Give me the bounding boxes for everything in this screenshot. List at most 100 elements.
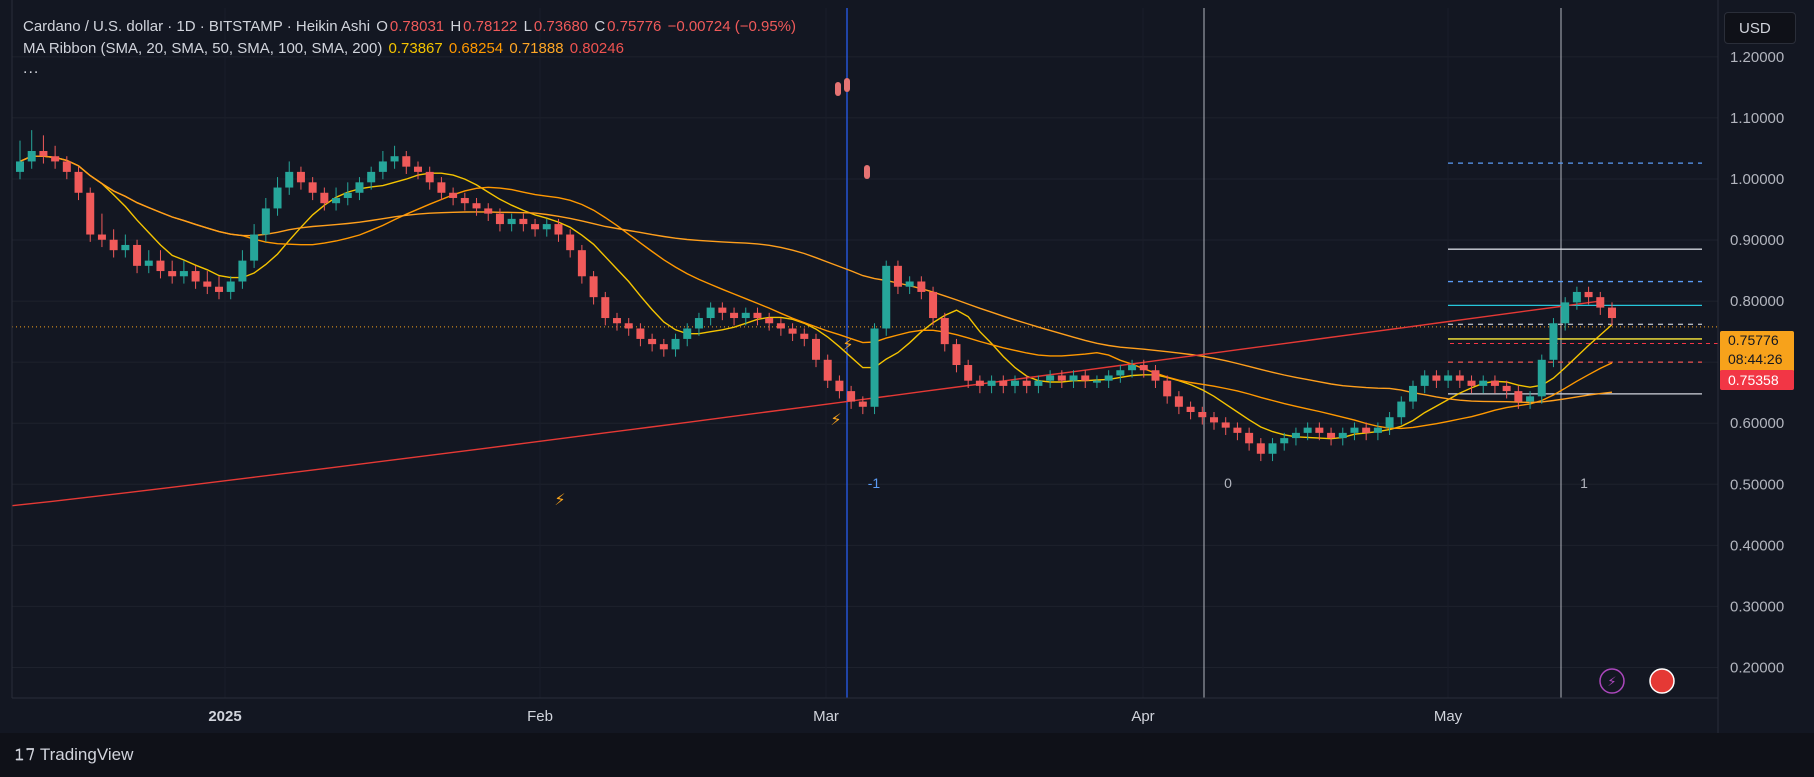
candle-body	[1034, 380, 1043, 386]
candle-body	[1022, 380, 1031, 386]
candle-body	[929, 291, 938, 319]
candle-body	[1502, 385, 1511, 392]
candle-body	[191, 271, 200, 282]
candle-body	[402, 156, 411, 167]
y-tick-label: 0.20000	[1730, 659, 1784, 676]
footer-bar	[0, 733, 1814, 777]
candle-body	[367, 171, 376, 183]
candle-body	[1596, 297, 1605, 308]
ma-200-line	[11, 300, 1601, 507]
candle-body	[1046, 375, 1055, 381]
candle-body	[62, 161, 71, 172]
candle-body	[870, 328, 879, 407]
candle-body	[1338, 432, 1347, 439]
candle-body	[74, 171, 83, 193]
candle-body	[414, 166, 422, 172]
legend-open: 0.78031	[389, 18, 445, 35]
legend-open-label: O	[376, 18, 388, 35]
chart-canvas[interactable]: -1 0 1 ⚡ ⚡ ⚡ ⚡ 1.20000 1.10000 1.00000 0.90000 0.…	[0, 0, 1814, 777]
candle-body	[51, 156, 60, 162]
candle-body	[1455, 375, 1464, 381]
candle-body	[1362, 427, 1371, 433]
candle-body	[226, 281, 235, 292]
x-tick-label: Apr	[1131, 708, 1154, 725]
candle-body	[320, 192, 329, 204]
traffic-event-icon	[835, 82, 841, 96]
candle-body	[1011, 380, 1019, 386]
candle-body	[671, 338, 680, 350]
candle-body	[308, 182, 317, 193]
y-tick-label: 1.20000	[1730, 49, 1784, 66]
candle-body	[601, 297, 610, 319]
candle-body	[542, 224, 551, 230]
candle-body	[86, 192, 95, 235]
candle-body	[1444, 375, 1453, 381]
candle-body	[800, 333, 809, 339]
candle-body	[296, 171, 305, 183]
candle-body	[1479, 380, 1488, 386]
candle-body	[882, 265, 891, 329]
candle-body	[449, 192, 458, 198]
candle-body	[1420, 375, 1429, 386]
legend-low-label: L	[523, 18, 532, 35]
currency-button[interactable]: USD	[1724, 12, 1796, 44]
candle-body	[975, 380, 984, 386]
candle-body	[97, 234, 106, 240]
legend-high: 0.78122	[463, 18, 518, 35]
candle-body	[987, 380, 996, 386]
candle-body	[156, 260, 165, 272]
legend-more-button[interactable]: ...	[23, 60, 39, 78]
brand-name: TradingView	[39, 745, 134, 764]
candle-body	[940, 318, 949, 345]
x-tick-label: 2025	[208, 708, 241, 725]
candle-body	[1092, 380, 1101, 383]
candle-body	[694, 318, 703, 329]
legend-ma-100: 0.71888	[509, 40, 564, 57]
session-label: -1	[868, 475, 881, 491]
candle-body	[788, 328, 797, 334]
legend-high-label: H	[450, 18, 462, 35]
candle-body	[1572, 291, 1581, 303]
lightning-event-icon: ⚡	[830, 410, 841, 429]
bar-countdown: 08:44:26	[1728, 351, 1783, 367]
candle-body	[273, 187, 282, 209]
y-tick-label: 0.40000	[1730, 537, 1784, 554]
tradingview-logo[interactable]: 𝟷𝟽 TradingView	[14, 745, 133, 765]
session-label: 1	[1580, 475, 1588, 491]
candle-body	[133, 244, 142, 266]
candle-body	[1584, 291, 1593, 298]
candle-body	[554, 224, 563, 235]
legend-change: −0.00724 (−0.95%)	[667, 18, 796, 35]
legend-close: 0.75776	[607, 18, 662, 35]
candle-body	[16, 161, 24, 172]
ma-20-line	[19, 155, 1613, 440]
candle-body	[1561, 302, 1570, 324]
legend-close-label: C	[594, 18, 606, 35]
candle-body	[531, 224, 540, 230]
candle-body	[917, 281, 926, 292]
candle-body	[1409, 385, 1417, 402]
candle-body	[378, 161, 387, 172]
candle-body	[1514, 391, 1523, 402]
candle-body	[718, 307, 727, 313]
candle-body	[964, 365, 973, 381]
x-tick-label: Mar	[813, 708, 839, 725]
candle-body	[1268, 443, 1277, 454]
flash-glyph-icon: ⚡	[1607, 675, 1616, 690]
current-price-tag: 0.75776 08:44:26	[1720, 331, 1794, 372]
legend-ohlc: Cardano / U.S. dollar · 1D · BITSTAMP · …	[23, 18, 798, 35]
candle-body	[624, 323, 633, 329]
candle-body	[1210, 417, 1218, 423]
candle-body	[1303, 427, 1312, 433]
candle-body	[332, 197, 341, 204]
candle-body	[179, 271, 188, 277]
candle-body	[215, 286, 223, 292]
candle-body	[765, 318, 774, 324]
candle-body	[1549, 323, 1558, 360]
y-tick-label: 0.50000	[1730, 476, 1784, 493]
legend-ma-ribbon[interactable]: MA Ribbon (SMA, 20, SMA, 50, SMA, 100, S…	[23, 40, 626, 57]
candle-body	[250, 234, 259, 261]
y-tick-label: 0.80000	[1730, 293, 1784, 310]
legend-ma-200: 0.80246	[569, 40, 624, 57]
candle-body	[1186, 406, 1195, 412]
